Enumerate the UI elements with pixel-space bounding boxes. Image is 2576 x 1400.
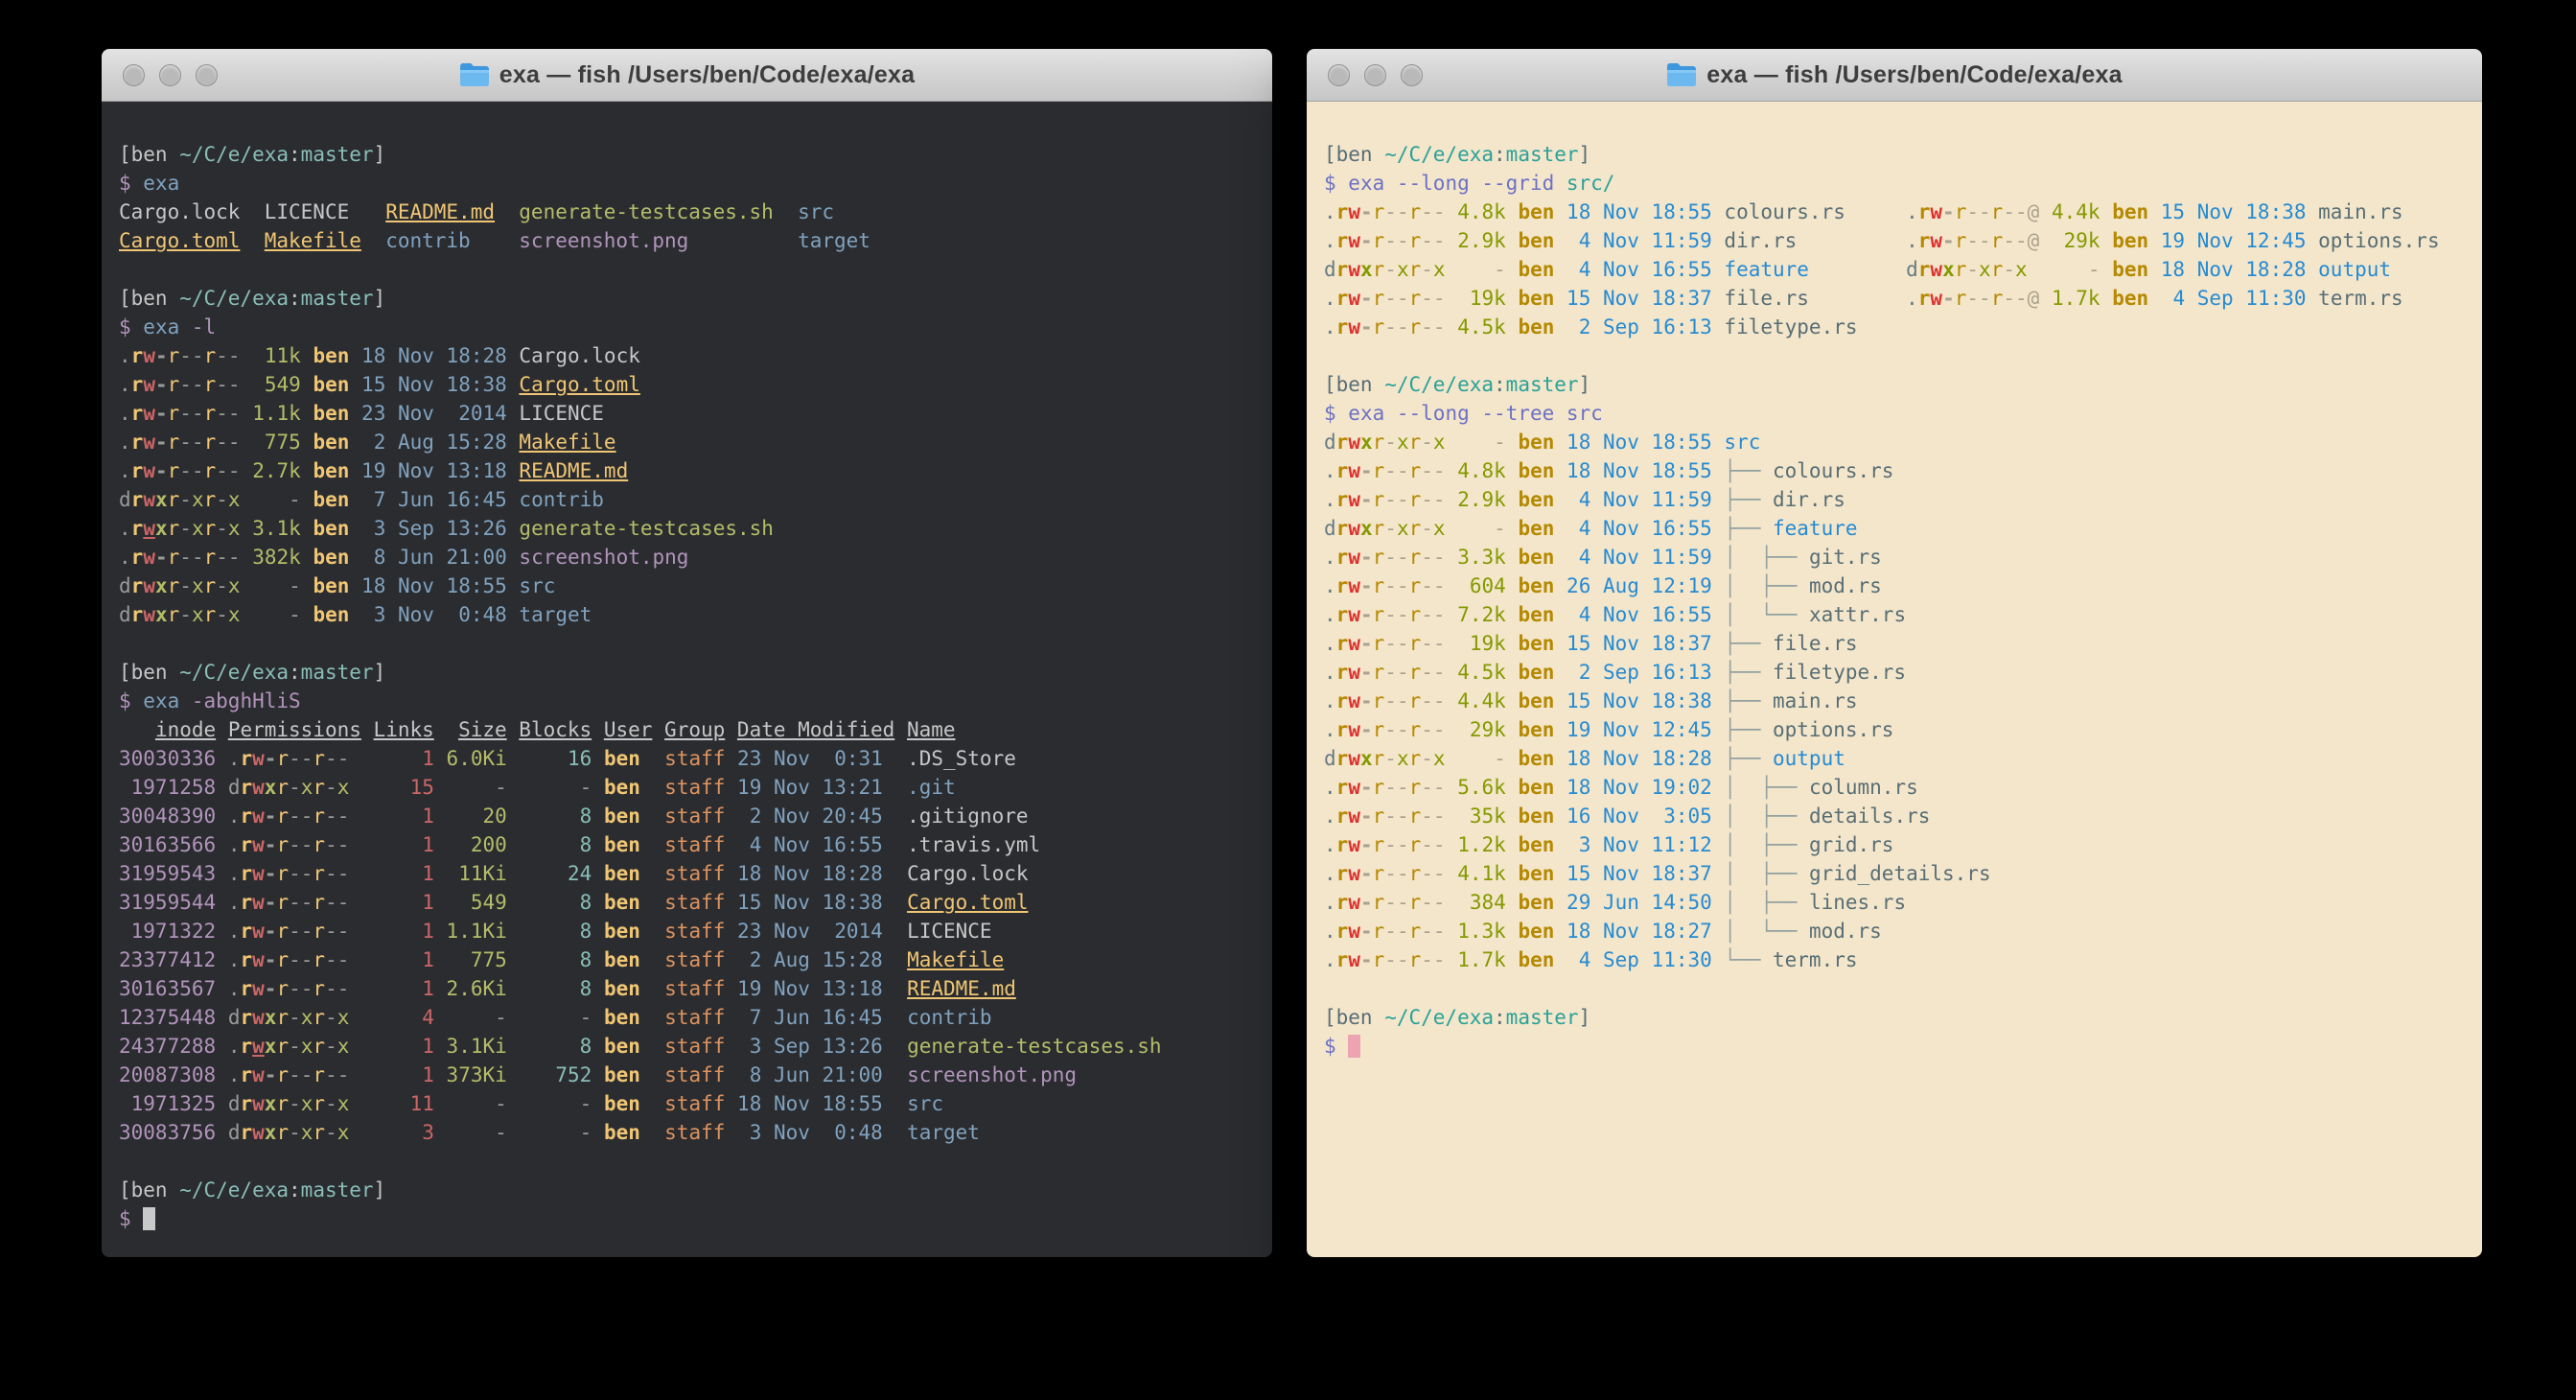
terminal-line: [ben ~/C/e/exa:master] [119,1176,1257,1204]
folder-icon [459,62,490,87]
close-button[interactable] [123,64,145,86]
terminal-line: drwxr-xr-x - ben 4 Nov 16:55 feature drw… [1324,255,2467,284]
window-title-text: exa — fish /Users/ben/Code/exa/exa [1706,61,2122,89]
window-titlebar[interactable]: exa — fish /Users/ben/Code/exa/exa [102,49,1272,102]
terminal-line: 30030336 .rw-r--r-- 1 6.0Ki 16 ben staff… [119,744,1257,773]
terminal-line: 30163566 .rw-r--r-- 1 200 8 ben staff 4 … [119,830,1257,859]
terminal-line: [ben ~/C/e/exa:master] [1324,140,2467,169]
close-button[interactable] [1328,64,1350,86]
terminal-window-dark: exa — fish /Users/ben/Code/exa/exa [ben … [102,49,1272,1257]
terminal-line: $ exa --long --tree src [1324,399,2467,428]
terminal-line: .rw-r--r-- 1.3k ben 18 Nov 18:27 │ └── m… [1324,917,2467,945]
terminal-line: .rwxr-xr-x 3.1k ben 3 Sep 13:26 generate… [119,514,1257,543]
terminal-line: Cargo.lock LICENCE README.md generate-te… [119,198,1257,226]
terminal-line: [ben ~/C/e/exa:master] [1324,370,2467,399]
terminal-line: .rw-r--r-- 3.3k ben 4 Nov 11:59 │ ├── gi… [1324,543,2467,572]
window-titlebar[interactable]: exa — fish /Users/ben/Code/exa/exa [1307,49,2482,102]
minimize-button[interactable] [159,64,181,86]
terminal-line: 31959543 .rw-r--r-- 1 11Ki 24 ben staff … [119,859,1257,888]
terminal-line: [ben ~/C/e/exa:master] [119,658,1257,687]
terminal-line: [ben ~/C/e/exa:master] [1324,1003,2467,1032]
terminal-line: 30163567 .rw-r--r-- 1 2.6Ki 8 ben staff … [119,974,1257,1003]
terminal-line [119,1147,1257,1176]
terminal-line: .rw-r--r-- 775 ben 2 Aug 15:28 Makefile [119,428,1257,456]
terminal-line: $ exa -abghHliS [119,687,1257,715]
terminal-window-light: exa — fish /Users/ben/Code/exa/exa [ben … [1307,49,2482,1257]
terminal-line: $ [1324,1032,2467,1061]
terminal-line: $ exa -l [119,313,1257,341]
terminal-line: drwxr-xr-x - ben 18 Nov 18:55 src [119,572,1257,600]
terminal-line: $ exa [119,169,1257,198]
terminal-line: drwxr-xr-x - ben 3 Nov 0:48 target [119,600,1257,629]
terminal-line: .rw-r--r-- 1.1k ben 23 Nov 2014 LICENCE [119,399,1257,428]
window-controls [1328,49,1423,101]
terminal-line: .rw-r--r-- 5.6k ben 18 Nov 19:02 │ ├── c… [1324,773,2467,802]
terminal-screen[interactable]: [ben ~/C/e/exa:master]$ exaCargo.lock LI… [102,102,1272,1257]
terminal-line [1324,974,2467,1003]
terminal-line: Cargo.toml Makefile contrib screenshot.p… [119,226,1257,255]
terminal-line: drwxr-xr-x - ben 18 Nov 18:28 ├── output [1324,744,2467,773]
terminal-line: 12375448 drwxr-xr-x 4 - - ben staff 7 Ju… [119,1003,1257,1032]
window-controls [123,49,218,101]
terminal-line: .rw-r--r-- 4.5k ben 2 Sep 16:13 filetype… [1324,313,2467,341]
terminal-line: 1971325 drwxr-xr-x 11 - - ben staff 18 N… [119,1089,1257,1118]
terminal-screen[interactable]: [ben ~/C/e/exa:master]$ exa --long --gri… [1307,102,2482,1257]
terminal-line: $ [119,1204,1257,1233]
terminal-line: .rw-r--r-- 19k ben 15 Nov 18:37 ├── file… [1324,629,2467,658]
window-title-text: exa — fish /Users/ben/Code/exa/exa [499,61,915,89]
terminal-line [119,255,1257,284]
terminal-line [119,629,1257,658]
terminal-line: drwxr-xr-x - ben 4 Nov 16:55 ├── feature [1324,514,2467,543]
terminal-line: .rw-r--r-- 19k ben 15 Nov 18:37 file.rs … [1324,284,2467,313]
terminal-line: .rw-r--r-- 549 ben 15 Nov 18:38 Cargo.to… [119,370,1257,399]
terminal-line: .rw-r--r-- 11k ben 18 Nov 18:28 Cargo.lo… [119,341,1257,370]
terminal-line: .rw-r--r-- 4.5k ben 2 Sep 16:13 ├── file… [1324,658,2467,687]
terminal-line: 30083756 drwxr-xr-x 3 - - ben staff 3 No… [119,1118,1257,1147]
terminal-line: [ben ~/C/e/exa:master] [119,140,1257,169]
terminal-line: .rw-r--r-- 604 ben 26 Aug 12:19 │ ├── mo… [1324,572,2467,600]
terminal-line: drwxr-xr-x - ben 7 Jun 16:45 contrib [119,485,1257,514]
terminal-line: drwxr-xr-x - ben 18 Nov 18:55 src [1324,428,2467,456]
window-title: exa — fish /Users/ben/Code/exa/exa [1666,61,2122,89]
terminal-line: .rw-r--r-- 2.7k ben 19 Nov 13:18 README.… [119,456,1257,485]
terminal-line: .rw-r--r-- 1.7k ben 4 Sep 11:30 └── term… [1324,945,2467,974]
terminal-cursor [143,1207,155,1230]
window-title: exa — fish /Users/ben/Code/exa/exa [459,61,915,89]
terminal-line: .rw-r--r-- 35k ben 16 Nov 3:05 │ ├── det… [1324,802,2467,830]
terminal-line: 31959544 .rw-r--r-- 1 549 8 ben staff 15… [119,888,1257,917]
desktop: exa — fish /Users/ben/Code/exa/exa [ben … [0,0,2576,1400]
terminal-line: .rw-r--r-- 2.9k ben 4 Nov 11:59 dir.rs .… [1324,226,2467,255]
folder-icon [1666,62,1697,87]
zoom-button[interactable] [196,64,218,86]
terminal-line: .rw-r--r-- 384 ben 29 Jun 14:50 │ ├── li… [1324,888,2467,917]
terminal-line: [ben ~/C/e/exa:master] [119,284,1257,313]
terminal-line: .rw-r--r-- 29k ben 19 Nov 12:45 ├── opti… [1324,715,2467,744]
terminal-line: .rw-r--r-- 4.1k ben 15 Nov 18:37 │ ├── g… [1324,859,2467,888]
terminal-line: $ exa --long --grid src/ [1324,169,2467,198]
terminal-line: .rw-r--r-- 7.2k ben 4 Nov 16:55 │ └── xa… [1324,600,2467,629]
terminal-line: .rw-r--r-- 4.8k ben 18 Nov 18:55 colours… [1324,198,2467,226]
terminal-line: .rw-r--r-- 2.9k ben 4 Nov 11:59 ├── dir.… [1324,485,2467,514]
terminal-line: 1971322 .rw-r--r-- 1 1.1Ki 8 ben staff 2… [119,917,1257,945]
terminal-line: .rw-r--r-- 4.4k ben 15 Nov 18:38 ├── mai… [1324,687,2467,715]
terminal-line: 30048390 .rw-r--r-- 1 20 8 ben staff 2 N… [119,802,1257,830]
terminal-line: .rw-r--r-- 1.2k ben 3 Nov 11:12 │ ├── gr… [1324,830,2467,859]
zoom-button[interactable] [1401,64,1423,86]
terminal-line: 23377412 .rw-r--r-- 1 775 8 ben staff 2 … [119,945,1257,974]
terminal-line: .rw-r--r-- 382k ben 8 Jun 21:00 screensh… [119,543,1257,572]
minimize-button[interactable] [1364,64,1386,86]
terminal-line: 24377288 .rwxr-xr-x 1 3.1Ki 8 ben staff … [119,1032,1257,1061]
terminal-line: inode Permissions Links Size Blocks User… [119,715,1257,744]
terminal-line: .rw-r--r-- 4.8k ben 18 Nov 18:55 ├── col… [1324,456,2467,485]
terminal-line [1324,341,2467,370]
terminal-line: 1971258 drwxr-xr-x 15 - - ben staff 19 N… [119,773,1257,802]
terminal-line: 20087308 .rw-r--r-- 1 373Ki 752 ben staf… [119,1061,1257,1089]
terminal-cursor [1348,1035,1360,1058]
